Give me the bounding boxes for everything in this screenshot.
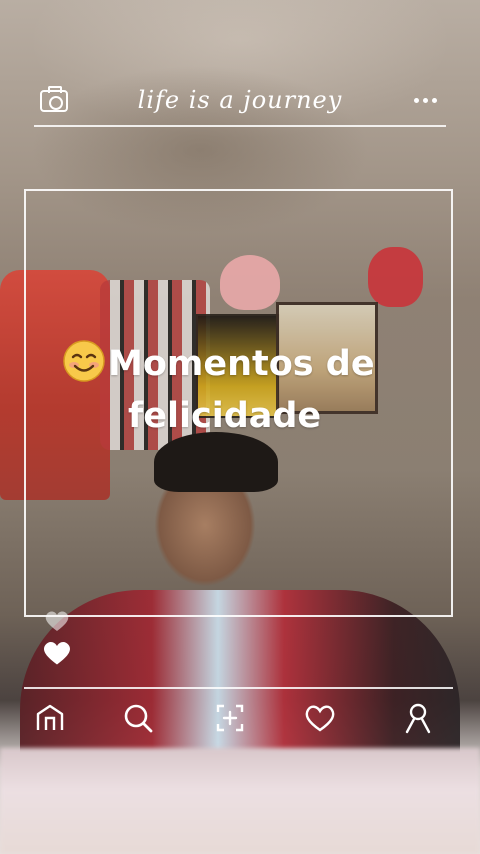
caption-line-1: Momentos de — [62, 338, 442, 390]
nav-divider — [24, 687, 453, 689]
heart-icon-faded — [45, 611, 69, 631]
caption-line-2: felicidade — [128, 396, 322, 436]
page-title: life is a journey — [137, 86, 343, 114]
more-dots-icon[interactable] — [414, 97, 440, 103]
top-bar: life is a journey — [34, 78, 446, 126]
home-icon[interactable] — [32, 700, 68, 736]
bottom-nav — [24, 690, 453, 742]
caption-line-1-text: Momentos de — [108, 344, 375, 384]
dot — [432, 97, 437, 103]
heart-icon[interactable] — [42, 640, 72, 666]
caption-text: Momentos de felicidade — [62, 338, 442, 442]
search-icon[interactable] — [120, 700, 156, 736]
heart-outline-icon[interactable] — [302, 700, 338, 736]
dot — [414, 97, 419, 103]
add-post-icon[interactable] — [212, 700, 248, 736]
dot — [423, 97, 428, 103]
smiling-face-emoji-icon — [62, 339, 106, 383]
profile-icon[interactable] — [400, 700, 436, 736]
reaction-hearts — [40, 610, 80, 670]
header-divider — [34, 125, 446, 127]
bottom-blur-area — [0, 748, 480, 854]
